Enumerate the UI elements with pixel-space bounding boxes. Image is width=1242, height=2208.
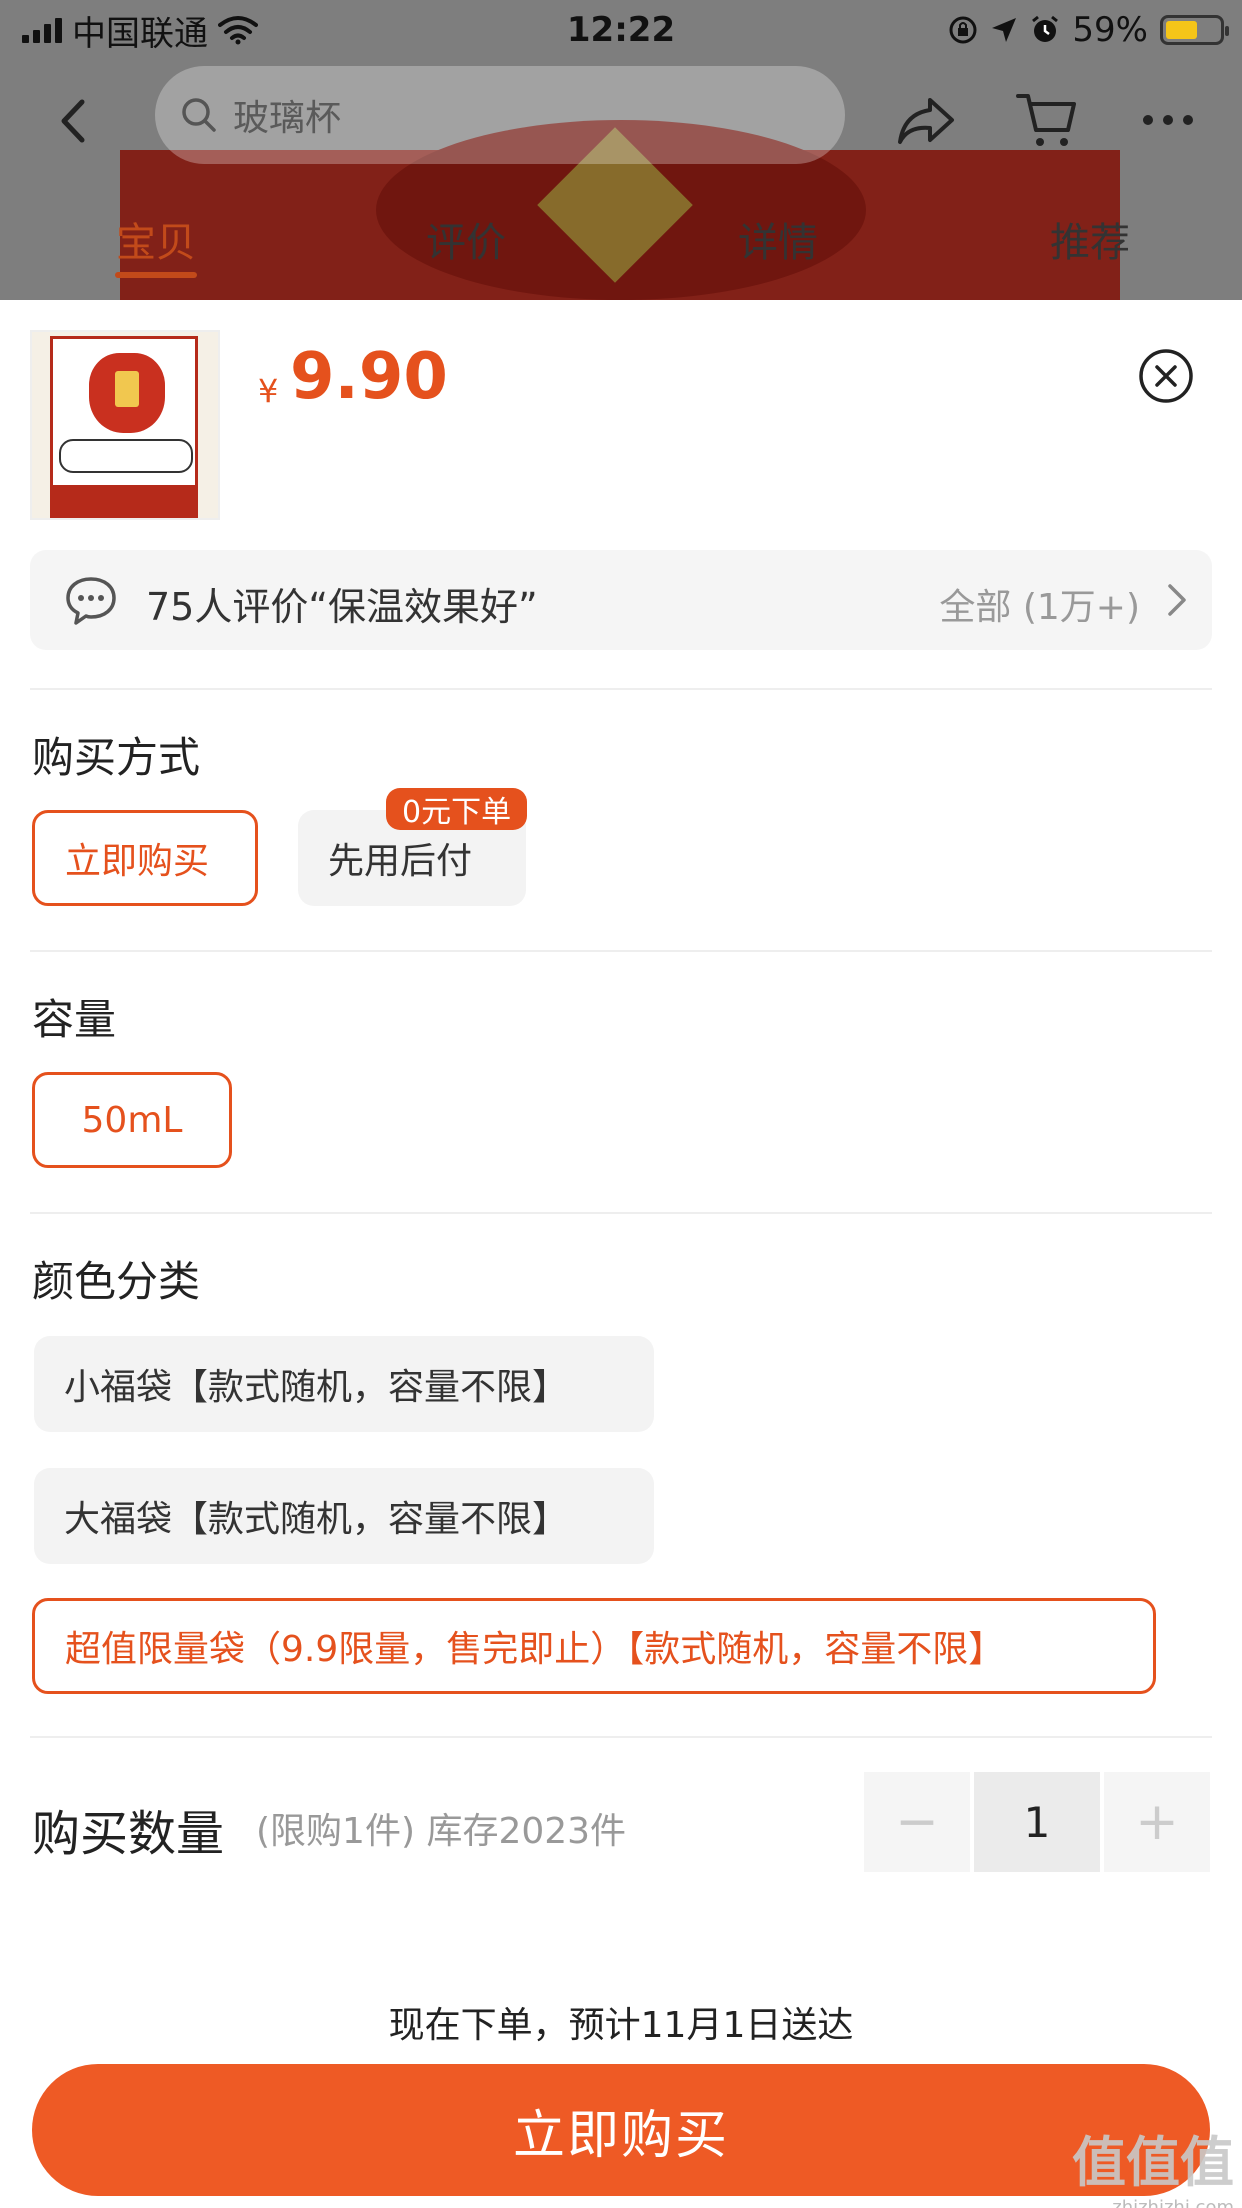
buy-now-button[interactable]: 立即购买 [32,2064,1210,2196]
lucky-bag-tag [115,371,139,407]
option-small-bag[interactable]: 小福袋【款式随机，容量不限】 [34,1336,654,1432]
review-summary-text: 75人评价“保温效果好” [146,585,538,629]
divider [30,688,1212,690]
quantity-note: (限购1件) 库存2023件 [256,1811,627,1852]
watermark: 值值值 zhizhizhi.com [1072,2118,1234,2208]
status-bar: 中国联通 12:22 59% [0,0,1242,60]
back-arrow-icon[interactable] [50,96,100,146]
divider [30,1212,1212,1214]
wifi-icon [218,16,258,45]
thumbnail-footer [53,485,195,515]
sku-sheet: ¥ 9.90 75人评价“保温效果好” 全部 (1万+) 购买方式 立即购买 先… [0,300,1242,2208]
watermark-logo: 值值值 [1072,2131,1234,2194]
alarm-icon [1032,15,1059,42]
signal-icon [22,17,62,43]
zero-down-badge: 0元下单 [386,788,528,830]
quantity-minus-button[interactable]: − [864,1772,970,1872]
review-summary-bar[interactable]: 75人评价“保温效果好” 全部 (1万+) [30,550,1212,650]
tab-details[interactable]: 详情 [738,210,818,268]
color-title: 颜色分类 [32,1257,201,1306]
divider [30,950,1212,952]
tab-baobei[interactable]: 宝贝 [116,210,196,268]
battery-fill [1166,21,1197,39]
rotation-lock-icon [949,16,977,44]
more-icon[interactable] [1136,88,1200,152]
thumbnail-poster [50,336,198,518]
purchase-method-title: 购买方式 [32,733,201,782]
tab-bar: 宝贝 评价 详情 推荐 [0,210,1242,280]
search-icon [182,98,216,132]
price-value: 9.90 [290,340,448,414]
price-currency: ¥ [258,372,279,410]
nav-bar: 玻璃杯 [0,66,1242,176]
quantity-plus-button[interactable]: + [1104,1772,1210,1872]
status-right: 59% [948,10,1229,50]
chat-bubble-icon [66,577,116,625]
delivery-estimate: 现在下单，预计11月1日送达 [388,2005,854,2046]
search-input[interactable]: 玻璃杯 [155,66,845,164]
option-buy-now[interactable]: 立即购买 [32,810,258,906]
tab-reviews[interactable]: 评价 [426,210,506,268]
tab-recommend[interactable]: 推荐 [1050,210,1130,268]
search-placeholder: 玻璃杯 [233,98,342,139]
watermark-url: zhizhizhi.com [1112,2197,1234,2208]
thumbnail-text-box [59,439,193,473]
quantity-title: 购买数量 [32,1806,225,1862]
product-thumbnail[interactable] [30,330,220,520]
quantity-stepper: − 1 + [864,1772,1210,1872]
share-icon[interactable] [894,88,958,152]
status-left: 中国联通 [22,6,258,55]
location-icon [992,18,1017,42]
option-large-bag[interactable]: 大福袋【款式随机，容量不限】 [34,1468,654,1564]
quantity-value[interactable]: 1 [974,1772,1100,1872]
cart-icon[interactable] [1014,88,1078,152]
divider [30,1736,1212,1738]
battery-icon [1160,15,1229,45]
capacity-title: 容量 [32,995,117,1044]
chevron-right-icon [1168,584,1186,616]
option-capacity-50ml[interactable]: 50mL [32,1072,232,1168]
review-all-link[interactable]: 全部 (1万+) [939,578,1140,630]
close-icon[interactable] [1138,348,1194,404]
tab-active-indicator [115,272,197,278]
carrier-label: 中国联通 [72,13,208,54]
option-limited-bag[interactable]: 超值限量袋（9.9限量，售完即止）【款式随机，容量不限】 [32,1598,1156,1694]
battery-percent: 59% [1072,10,1148,50]
